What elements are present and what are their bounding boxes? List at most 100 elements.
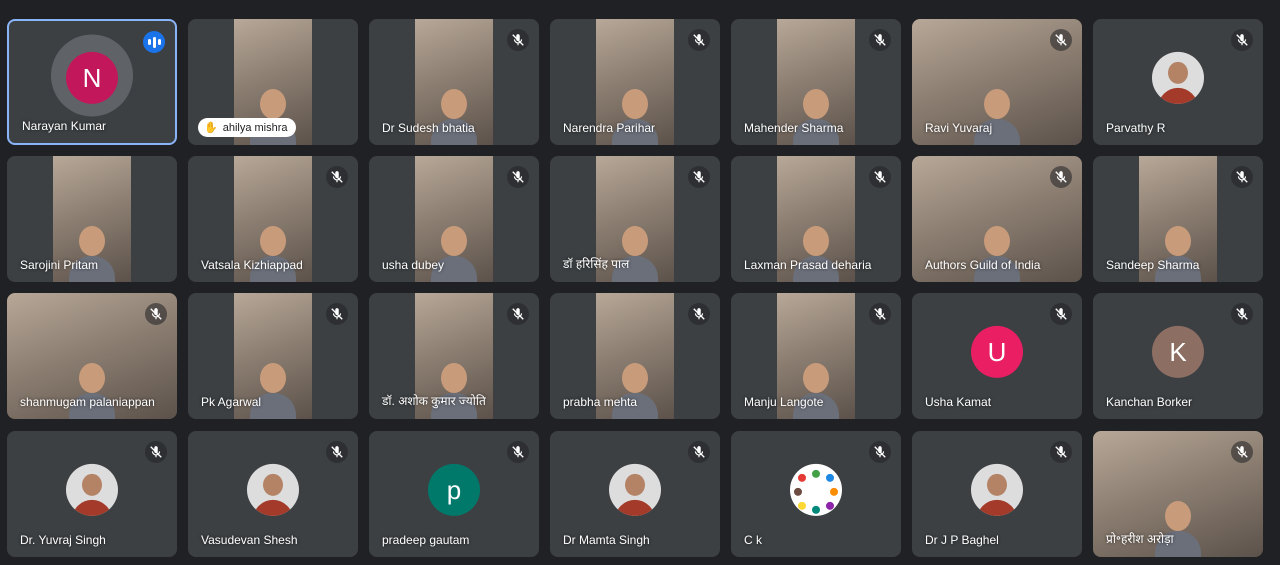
participant-name: Dr Sudesh bhatia (382, 121, 475, 135)
participant-tile[interactable]: Laxman Prasad deharia (731, 156, 901, 282)
participant-name: Sandeep Sharma (1106, 258, 1200, 272)
participant-name: ahilya mishra (222, 121, 288, 134)
participant-tile[interactable]: p pradeep gautam (369, 431, 539, 557)
participant-tile[interactable]: usha dubey (369, 156, 539, 282)
participant-name: Pk Agarwal (201, 395, 262, 409)
participant-tile[interactable]: N Narayan Kumar (7, 19, 177, 145)
participant-silhouette (974, 226, 1020, 282)
participant-name-chip: ✋ ahilya mishra (198, 118, 296, 137)
participant-name: Dr Mamta Singh (563, 533, 650, 547)
avatar (247, 463, 299, 516)
participant-tile[interactable]: Vasudevan Shesh (188, 431, 358, 557)
participant-name: Sarojini Pritam (20, 258, 99, 272)
participant-silhouette (250, 226, 296, 282)
mic-off-icon (688, 303, 710, 325)
mic-off-icon (507, 303, 529, 325)
mic-off-icon (1050, 29, 1072, 51)
mic-off-icon (145, 441, 167, 463)
participant-name: Narayan Kumar (22, 119, 107, 133)
participant-silhouette (431, 226, 477, 282)
participant-silhouette (612, 363, 658, 419)
avatar (609, 463, 661, 516)
participant-tile[interactable]: ✋ ahilya mishra (188, 19, 358, 145)
participant-name: Authors Guild of India (925, 258, 1041, 272)
avatar: K (1152, 325, 1204, 378)
mic-off-icon (869, 303, 891, 325)
participant-tile[interactable]: Dr. Yuvraj Singh (7, 431, 177, 557)
mic-off-icon (145, 303, 167, 325)
participant-tile[interactable]: डॉ. अशोक कुमार ज्योति (369, 293, 539, 419)
participant-name: डॉ. अशोक कुमार ज्योति (382, 394, 486, 408)
avatar: U (971, 325, 1023, 378)
participant-tile[interactable]: Pk Agarwal (188, 293, 358, 419)
participant-silhouette (431, 89, 477, 145)
mic-off-icon (1050, 441, 1072, 463)
participant-tile[interactable]: Dr J P Baghel (912, 431, 1082, 557)
participant-tile[interactable]: डॉ हरिसिंह पाल (550, 156, 720, 282)
participant-silhouette (793, 89, 839, 145)
participant-silhouette (69, 363, 115, 419)
participant-tile[interactable]: Sarojini Pritam (7, 156, 177, 282)
participant-tile[interactable]: Sandeep Sharma (1093, 156, 1263, 282)
mic-off-icon (326, 303, 348, 325)
participant-silhouette (431, 363, 477, 419)
participant-tile[interactable]: Authors Guild of India (912, 156, 1082, 282)
participant-name: Mahender Sharma (744, 121, 844, 135)
participant-tile[interactable]: prabha mehta (550, 293, 720, 419)
mic-off-icon (1050, 303, 1072, 325)
avatar (1152, 51, 1204, 104)
participant-tile[interactable]: प्रो॰हरीश अरोड़ा (1093, 431, 1263, 557)
mic-off-icon (688, 166, 710, 188)
participant-name: Parvathy R (1106, 121, 1166, 135)
participant-tile[interactable]: Ravi Yuvaraj (912, 19, 1082, 145)
participant-name: Dr. Yuvraj Singh (20, 533, 106, 547)
mic-off-icon (1231, 303, 1253, 325)
participant-tile[interactable]: Parvathy R (1093, 19, 1263, 145)
participant-name: prabha mehta (563, 395, 638, 409)
participant-tile[interactable]: Manju Langote (731, 293, 901, 419)
participant-tile[interactable]: shanmugam palaniappan (7, 293, 177, 419)
mic-off-icon (688, 441, 710, 463)
participant-silhouette (250, 363, 296, 419)
participant-name: usha dubey (382, 258, 445, 272)
mic-off-icon (869, 29, 891, 51)
participant-grid: N Narayan Kumar ✋ ahilya mishra Dr Sudesh bh… (0, 0, 1280, 565)
avatar (66, 463, 118, 516)
participant-name: Ravi Yuvaraj (925, 121, 993, 135)
participant-name: Vasudevan Shesh (201, 533, 298, 547)
avatar: N (66, 51, 118, 104)
participant-tile[interactable]: Mahender Sharma (731, 19, 901, 145)
participant-silhouette (1155, 226, 1201, 282)
participant-name: Manju Langote (744, 395, 824, 409)
mic-off-icon (688, 29, 710, 51)
participant-silhouette (1155, 501, 1201, 557)
avatar (790, 463, 842, 516)
mic-off-icon (507, 29, 529, 51)
participant-silhouette (612, 89, 658, 145)
participant-name: pradeep gautam (382, 533, 470, 547)
participant-tile[interactable]: Narendra Parihar (550, 19, 720, 145)
participant-name: Usha Kamat (925, 395, 992, 409)
mic-off-icon (1231, 441, 1253, 463)
participant-tile[interactable]: Dr Mamta Singh (550, 431, 720, 557)
participant-tile[interactable]: K Kanchan Borker (1093, 293, 1263, 419)
participant-name: डॉ हरिसिंह पाल (563, 257, 630, 271)
mic-off-icon (1231, 29, 1253, 51)
participant-name: Dr J P Baghel (925, 533, 999, 547)
mic-off-icon (869, 166, 891, 188)
participant-silhouette (793, 226, 839, 282)
raised-hand-icon: ✋ (204, 122, 218, 134)
participant-tile[interactable]: Vatsala Kizhiappad (188, 156, 358, 282)
participant-silhouette (974, 89, 1020, 145)
participant-silhouette (793, 363, 839, 419)
participant-tile[interactable]: U Usha Kamat (912, 293, 1082, 419)
mic-off-icon (869, 441, 891, 463)
mic-off-icon (1050, 166, 1072, 188)
participant-tile[interactable]: C k (731, 431, 901, 557)
mic-off-icon (326, 166, 348, 188)
participant-silhouette (612, 226, 658, 282)
avatar: p (428, 463, 480, 516)
participant-silhouette (69, 226, 115, 282)
participant-name: Kanchan Borker (1106, 395, 1193, 409)
participant-tile[interactable]: Dr Sudesh bhatia (369, 19, 539, 145)
